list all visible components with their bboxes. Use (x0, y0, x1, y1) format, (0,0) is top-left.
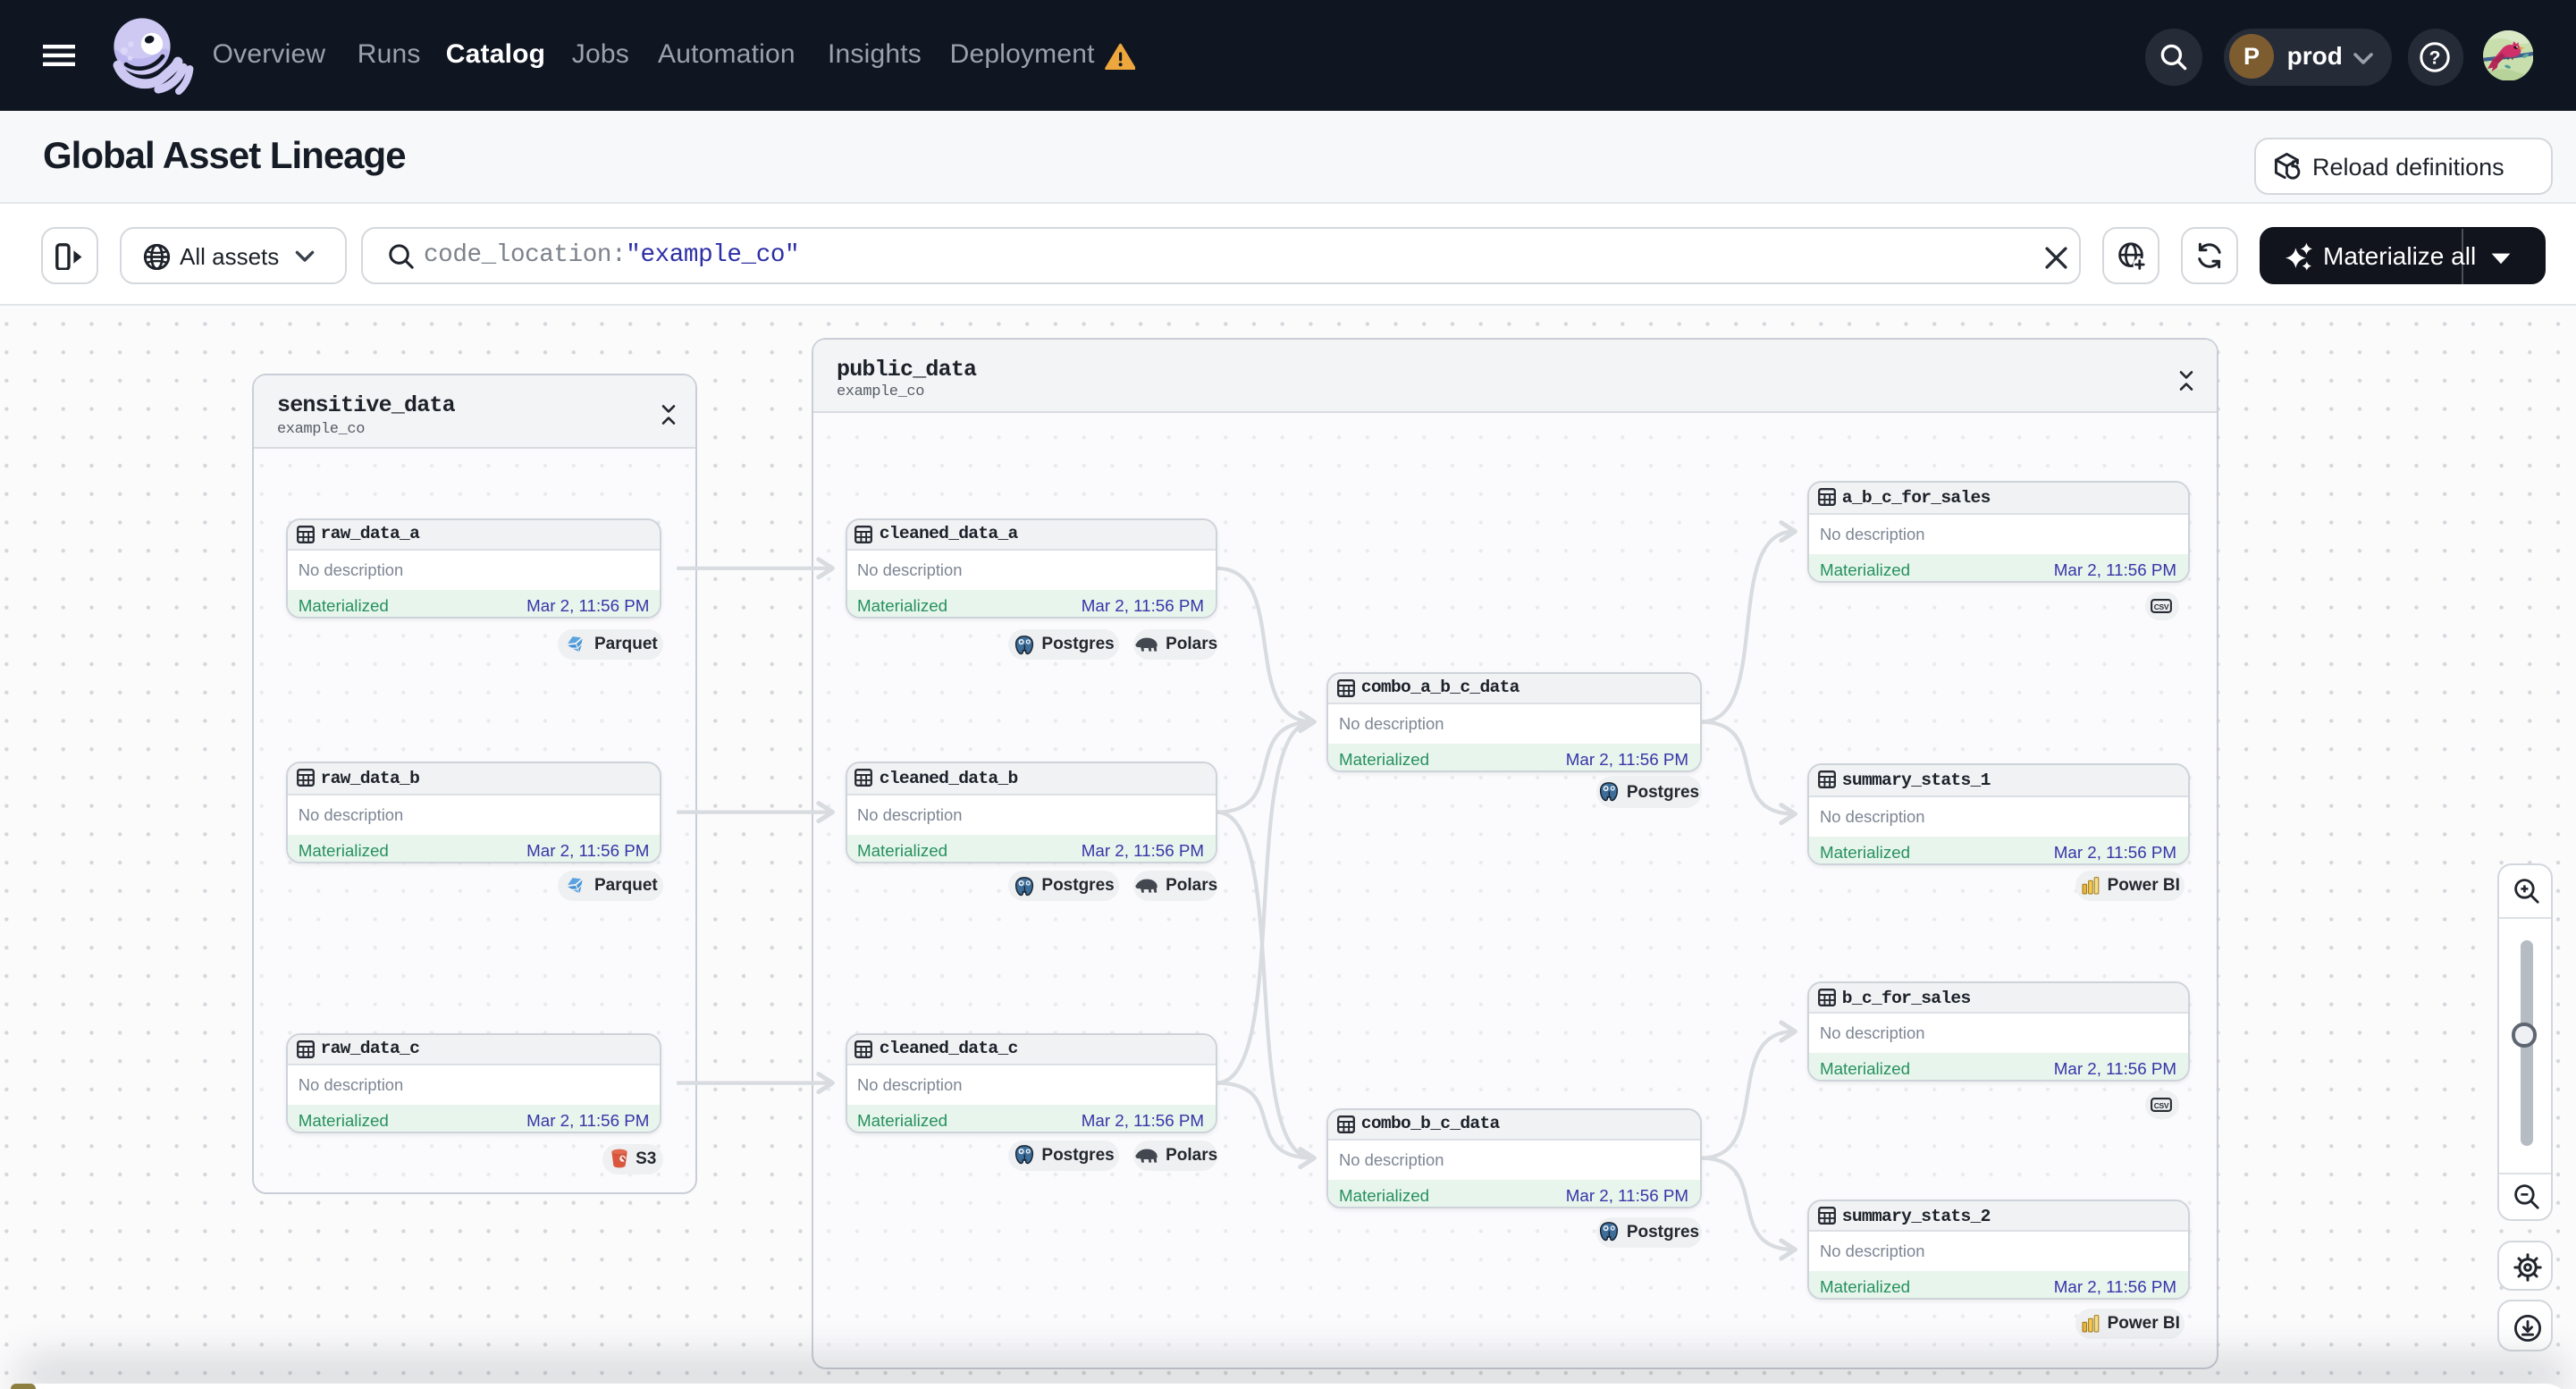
svg-text:?: ? (2429, 47, 2441, 68)
svg-text:CSV: CSV (2155, 1101, 2170, 1110)
svg-text:CSV: CSV (2155, 602, 2170, 611)
